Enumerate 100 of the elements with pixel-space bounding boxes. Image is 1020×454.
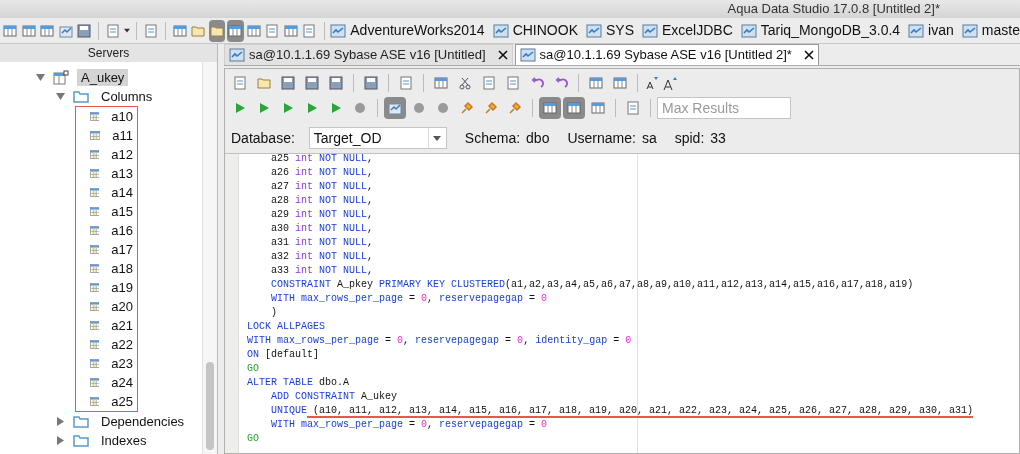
editor-tab[interactable]: sa@10.1.1.69 Sybase ASE v16 [Untitled]	[224, 44, 513, 65]
column-icon	[89, 110, 100, 123]
code-line: a30 int NOT NULL,	[270, 222, 375, 236]
column-icon	[89, 281, 100, 294]
database-icon	[642, 23, 658, 38]
increase-font-icon[interactable]	[662, 75, 678, 91]
column-icon	[89, 357, 100, 370]
folder-icon	[73, 415, 89, 428]
field-value: sa	[641, 128, 657, 148]
tree-item[interactable]: a10	[107, 108, 137, 125]
tree-item[interactable]: a25	[107, 393, 137, 410]
tree-item[interactable]: a23	[107, 355, 137, 372]
column-icon	[90, 129, 101, 142]
toolbar-icon[interactable]	[208, 19, 226, 42]
database-icon	[229, 48, 245, 62]
tree-item[interactable]: a20	[107, 298, 137, 315]
database-icon	[908, 23, 925, 38]
code-line: )	[270, 306, 278, 320]
column-icon	[89, 224, 100, 237]
tree-item[interactable]: a11	[108, 127, 137, 144]
tree-item[interactable]: a13	[107, 165, 137, 182]
code-line: WITH max_rows_per_page = 0, reservepagegap = 0	[270, 292, 549, 306]
code-line: a33 int NOT NULL,	[270, 264, 375, 278]
column-icon	[89, 376, 100, 389]
server-bookmark[interactable]: AdventureWorks2014	[350, 20, 485, 41]
tree-item[interactable]: a19	[107, 279, 137, 296]
tree-item[interactable]: Columns	[97, 88, 157, 105]
tree-item[interactable]: a18	[107, 260, 137, 277]
column-icon	[89, 167, 100, 180]
code-line: a28 int NOT NULL,	[270, 194, 375, 208]
dropdown-caret-icon[interactable]	[123, 28, 130, 33]
column-icon	[89, 262, 100, 275]
column-icon	[89, 338, 100, 351]
collapsed-arrow-icon[interactable]	[56, 436, 65, 445]
code-line: GO	[247, 362, 260, 376]
tree-item[interactable]: a15	[107, 203, 137, 220]
column-icon	[89, 205, 100, 218]
column-icon	[89, 300, 100, 313]
column-icon	[89, 243, 100, 256]
database-dropdown[interactable]: Target_OD	[308, 127, 447, 149]
tree-item[interactable]: a14	[107, 184, 137, 201]
code-line: a25 int NOT NULL,	[270, 154, 375, 166]
close-icon[interactable]	[497, 50, 508, 60]
tree-item[interactable]: a16	[107, 222, 137, 239]
tree-item[interactable]: A_ukey	[77, 69, 129, 86]
database-icon	[492, 23, 509, 38]
collapsed-arrow-icon[interactable]	[56, 417, 65, 426]
field-label: Database:	[231, 128, 295, 148]
database-icon	[961, 23, 978, 38]
column-icon	[89, 148, 100, 161]
server-bookmark[interactable]: maste	[981, 20, 1020, 41]
grid-icon[interactable]	[563, 97, 585, 119]
code-line: a31 int NOT NULL,	[270, 236, 375, 250]
server-bookmark[interactable]: Tariq_MongoDB_3.0.4	[760, 20, 901, 41]
code-line: ON [default]	[247, 348, 321, 362]
expanded-arrow-icon[interactable]	[36, 73, 45, 82]
expanded-arrow-icon[interactable]	[56, 92, 65, 101]
column-icon	[89, 395, 100, 408]
tree-item[interactable]: a12	[107, 146, 137, 163]
field-label: Username:	[567, 128, 636, 148]
toolbar-icon[interactable]	[384, 97, 406, 119]
scrollbar-thumb[interactable]	[206, 362, 214, 450]
field-value: dbo	[526, 128, 550, 148]
database-icon	[740, 23, 757, 38]
database-icon	[586, 23, 602, 38]
field-label: spid:	[674, 128, 705, 148]
code-editor[interactable]	[225, 153, 1019, 453]
window-title: Aqua Data Studio 17.0.8 [Untitled 2]*	[727, 0, 940, 19]
close-icon[interactable]	[803, 50, 814, 60]
folder-icon	[73, 434, 89, 447]
code-line: CONSTRAINT A_pkey PRIMARY KEY CLUSTERED(a1,a2,a3,a4,a5,a6,a7,a8,a9,a10,a11,a12,a13,a14,a15,a16,a17,a18,a19)	[270, 278, 915, 292]
server-bookmark[interactable]: SYS	[606, 20, 634, 41]
toolbar-icon[interactable]	[227, 19, 244, 42]
tree-item[interactable]: Indexes	[97, 432, 151, 449]
code-line: a32 int NOT NULL,	[270, 250, 375, 264]
max-results-field[interactable]: Max Results	[657, 97, 791, 119]
code-line: UNIQUE (a10, a11, a12, a13, a14, a15, a16, a17, a18, a19, a20, a21, a22, a23, a24, a25, a26, a27, a28, a29, a30, a31)	[270, 404, 975, 418]
code-line: a29 int NOT NULL,	[270, 208, 375, 222]
database-icon	[519, 48, 536, 62]
key-table-icon	[53, 69, 69, 86]
dropdown-caret-icon	[433, 135, 442, 141]
folder-icon	[73, 90, 89, 103]
code-line: a26 int NOT NULL,	[270, 166, 375, 180]
tree-item[interactable]: a24	[107, 374, 137, 391]
panel-title: Servers	[87, 45, 130, 62]
code-line: GO	[247, 432, 260, 446]
grid-icon[interactable]	[539, 97, 561, 119]
editor-tab[interactable]: sa@10.1.1.69 Sybase ASE v16 [Untitled 2]*	[514, 44, 819, 65]
server-bookmark[interactable]: ExcelJDBC	[662, 20, 733, 41]
server-bookmark[interactable]: ivan	[928, 20, 954, 41]
tree-item[interactable]: a22	[107, 336, 137, 353]
code-line: ADD CONSTRAINT A_ukey	[270, 390, 399, 404]
code-line: a27 int NOT NULL,	[270, 180, 375, 194]
code-line: LOCK ALLPAGES	[247, 320, 326, 334]
decrease-font-icon[interactable]	[644, 75, 660, 91]
server-bookmark[interactable]: CHINOOK	[512, 20, 578, 41]
tree-item[interactable]: a17	[107, 241, 137, 258]
code-line: WITH max_rows_per_page = 0, reservepagegap = 0	[270, 418, 549, 432]
tree-item[interactable]: Dependencies	[97, 413, 189, 430]
tree-item[interactable]: a21	[107, 317, 137, 334]
